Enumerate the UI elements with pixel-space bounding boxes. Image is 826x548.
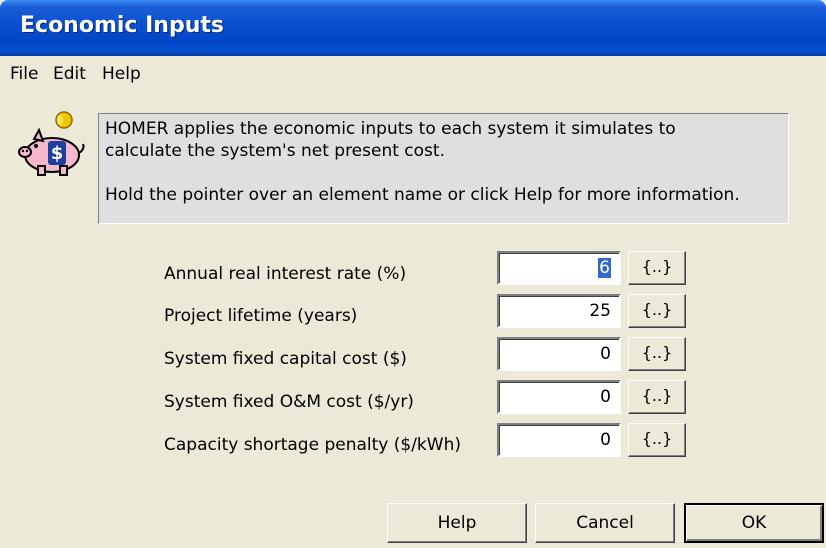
project-lifetime-value: 25 xyxy=(589,301,611,321)
project-lifetime-sensitivity-button[interactable]: {..} xyxy=(628,294,686,328)
fixed-capital-cost-input[interactable]: 0 xyxy=(497,337,621,371)
interest-rate-label: Annual real interest rate (%) xyxy=(164,264,407,284)
info-text-line-3: Hold the pointer over an element name or… xyxy=(105,185,740,205)
ok-button[interactable]: OK xyxy=(684,503,824,543)
info-text-line-1: HOMER applies the economic inputs to eac… xyxy=(105,119,676,139)
menu-edit[interactable]: Edit xyxy=(53,64,86,84)
svg-text:$: $ xyxy=(51,143,64,164)
fixed-om-cost-value: 0 xyxy=(600,387,611,407)
capacity-shortage-penalty-input[interactable]: 0 xyxy=(497,423,621,457)
cancel-button[interactable]: Cancel xyxy=(535,503,675,543)
window-title: Economic Inputs xyxy=(20,13,224,38)
capacity-shortage-penalty-label: Capacity shortage penalty ($/kWh) xyxy=(164,435,461,455)
menu-file[interactable]: File xyxy=(10,64,38,84)
fixed-capital-cost-label: System fixed capital cost ($) xyxy=(164,349,407,369)
interest-rate-sensitivity-button[interactable]: {..} xyxy=(628,251,686,285)
capacity-shortage-penalty-value: 0 xyxy=(600,430,611,450)
title-bar[interactable]: Economic Inputs xyxy=(0,0,826,56)
fixed-om-cost-label: System fixed O&M cost ($/yr) xyxy=(164,392,414,412)
piggy-bank-dollar-icon: $ xyxy=(12,108,96,176)
menu-help[interactable]: Help xyxy=(102,64,141,84)
info-text-line-2: calculate the system's net present cost. xyxy=(105,141,445,161)
interest-rate-input[interactable]: 6 xyxy=(497,251,621,285)
help-button[interactable]: Help xyxy=(387,503,527,543)
info-panel: HOMER applies the economic inputs to eac… xyxy=(98,113,789,224)
interest-rate-value: 6 xyxy=(598,258,611,278)
capacity-shortage-penalty-sensitivity-button[interactable]: {..} xyxy=(628,423,686,457)
fixed-capital-cost-value: 0 xyxy=(600,344,611,364)
fixed-capital-cost-sensitivity-button[interactable]: {..} xyxy=(628,337,686,371)
project-lifetime-label: Project lifetime (years) xyxy=(164,306,358,326)
economic-inputs-dialog: Economic Inputs File Edit Help $ HOMER a… xyxy=(0,0,826,548)
menu-bar: File Edit Help xyxy=(0,56,826,92)
fixed-om-cost-sensitivity-button[interactable]: {..} xyxy=(628,380,686,414)
project-lifetime-input[interactable]: 25 xyxy=(497,294,621,328)
fixed-om-cost-input[interactable]: 0 xyxy=(497,380,621,414)
